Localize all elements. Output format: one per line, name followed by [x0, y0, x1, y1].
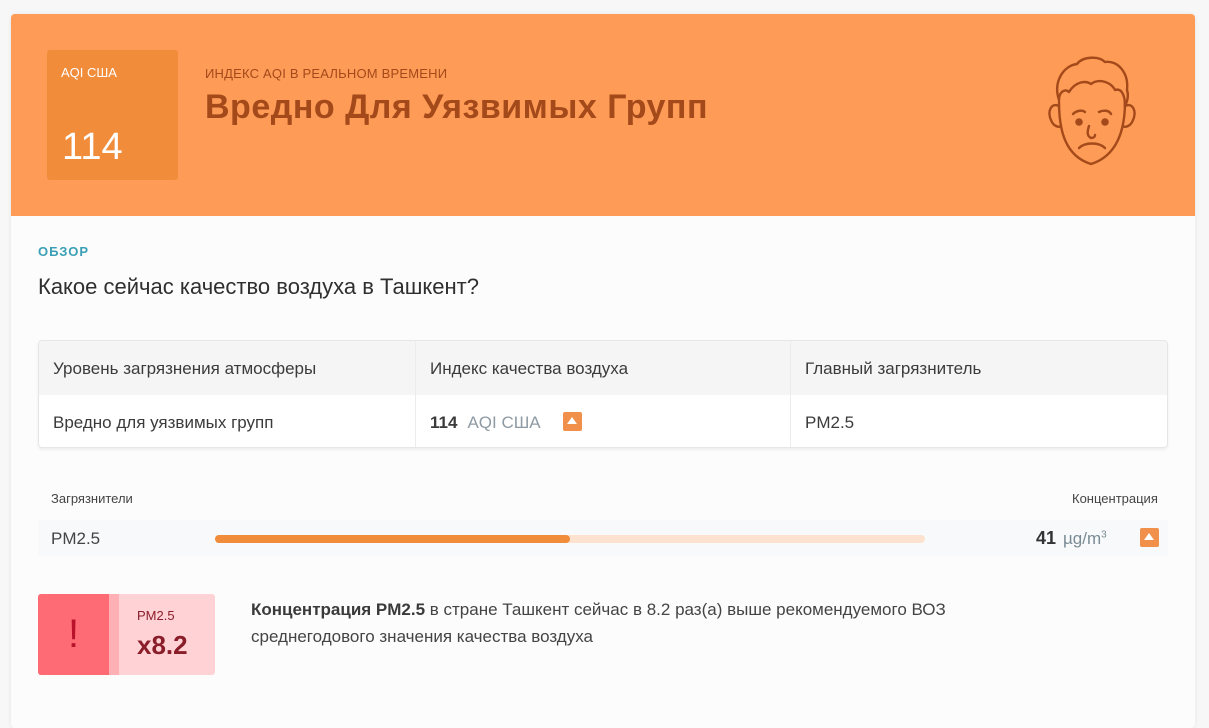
aqi-summary-table: Уровень загрязнения атмосферы Индекс кач…	[38, 340, 1168, 448]
concentration-header: Концентрация	[1072, 491, 1158, 506]
column-divider	[415, 341, 416, 447]
exclamation-icon: !	[68, 612, 80, 656]
concentration-unit: µg/m3	[1063, 529, 1107, 549]
pollutant-row: PM2.5 41 µg/m3	[38, 520, 1168, 556]
concentration-bar	[215, 535, 925, 543]
overview-label: ОБЗОР	[38, 244, 90, 259]
warning-multiplier: x8.2	[137, 630, 188, 660]
who-warning-badge: ! PM2.5 x8.2	[38, 594, 215, 675]
sad-face-icon	[1048, 56, 1136, 166]
arrow-up-icon	[563, 412, 582, 431]
cell-aqi-unit: AQI США	[467, 413, 541, 432]
pollutant-name: PM2.5	[51, 529, 101, 548]
banner-subtitle: ИНДЕКС AQI В РЕАЛЬНОМ ВРЕМЕНИ	[205, 66, 448, 81]
banner-title: Вредно Для Уязвимых Групп	[205, 88, 708, 126]
header-aqi: Индекс качества воздуха	[430, 359, 629, 378]
overview-question: Какое сейчас качество воздуха в Ташкент?	[38, 274, 479, 299]
concentration-bar-fill	[215, 535, 570, 543]
pollutants-header: Загрязнители	[51, 491, 133, 506]
who-warning-text: Концентрация PM2.5 в стране Ташкент сейч…	[251, 596, 1031, 650]
cell-pollution-level: Вредно для уязвимых групп	[53, 413, 274, 432]
concentration-unit-exponent: 3	[1101, 529, 1107, 541]
column-divider	[790, 341, 791, 447]
aqi-box: AQI США 114	[47, 50, 178, 180]
cell-aqi: 114 AQI США	[430, 413, 541, 433]
aqi-box-label: AQI США	[61, 65, 117, 80]
warning-pm-label: PM2.5	[137, 608, 175, 623]
header-pollution-level: Уровень загрязнения атмосферы	[53, 359, 317, 378]
aqi-card: AQI США 114 ИНДЕКС AQI В РЕАЛЬНОМ ВРЕМЕН…	[11, 14, 1195, 728]
cell-aqi-value: 114	[430, 413, 458, 432]
aqi-banner: AQI США 114 ИНДЕКС AQI В РЕАЛЬНОМ ВРЕМЕН…	[11, 14, 1195, 216]
warning-text-bold: Концентрация PM2.5	[251, 600, 426, 619]
concentration-unit-base: µg/m	[1063, 529, 1102, 548]
cell-main-pollutant: PM2.5	[805, 413, 855, 432]
header-main-pollutant: Главный загрязнитель	[805, 359, 982, 378]
aqi-box-value: 114	[62, 126, 123, 168]
warning-stripe-light	[109, 594, 119, 675]
concentration-value: 41	[1036, 528, 1057, 548]
arrow-up-icon	[1140, 528, 1159, 547]
